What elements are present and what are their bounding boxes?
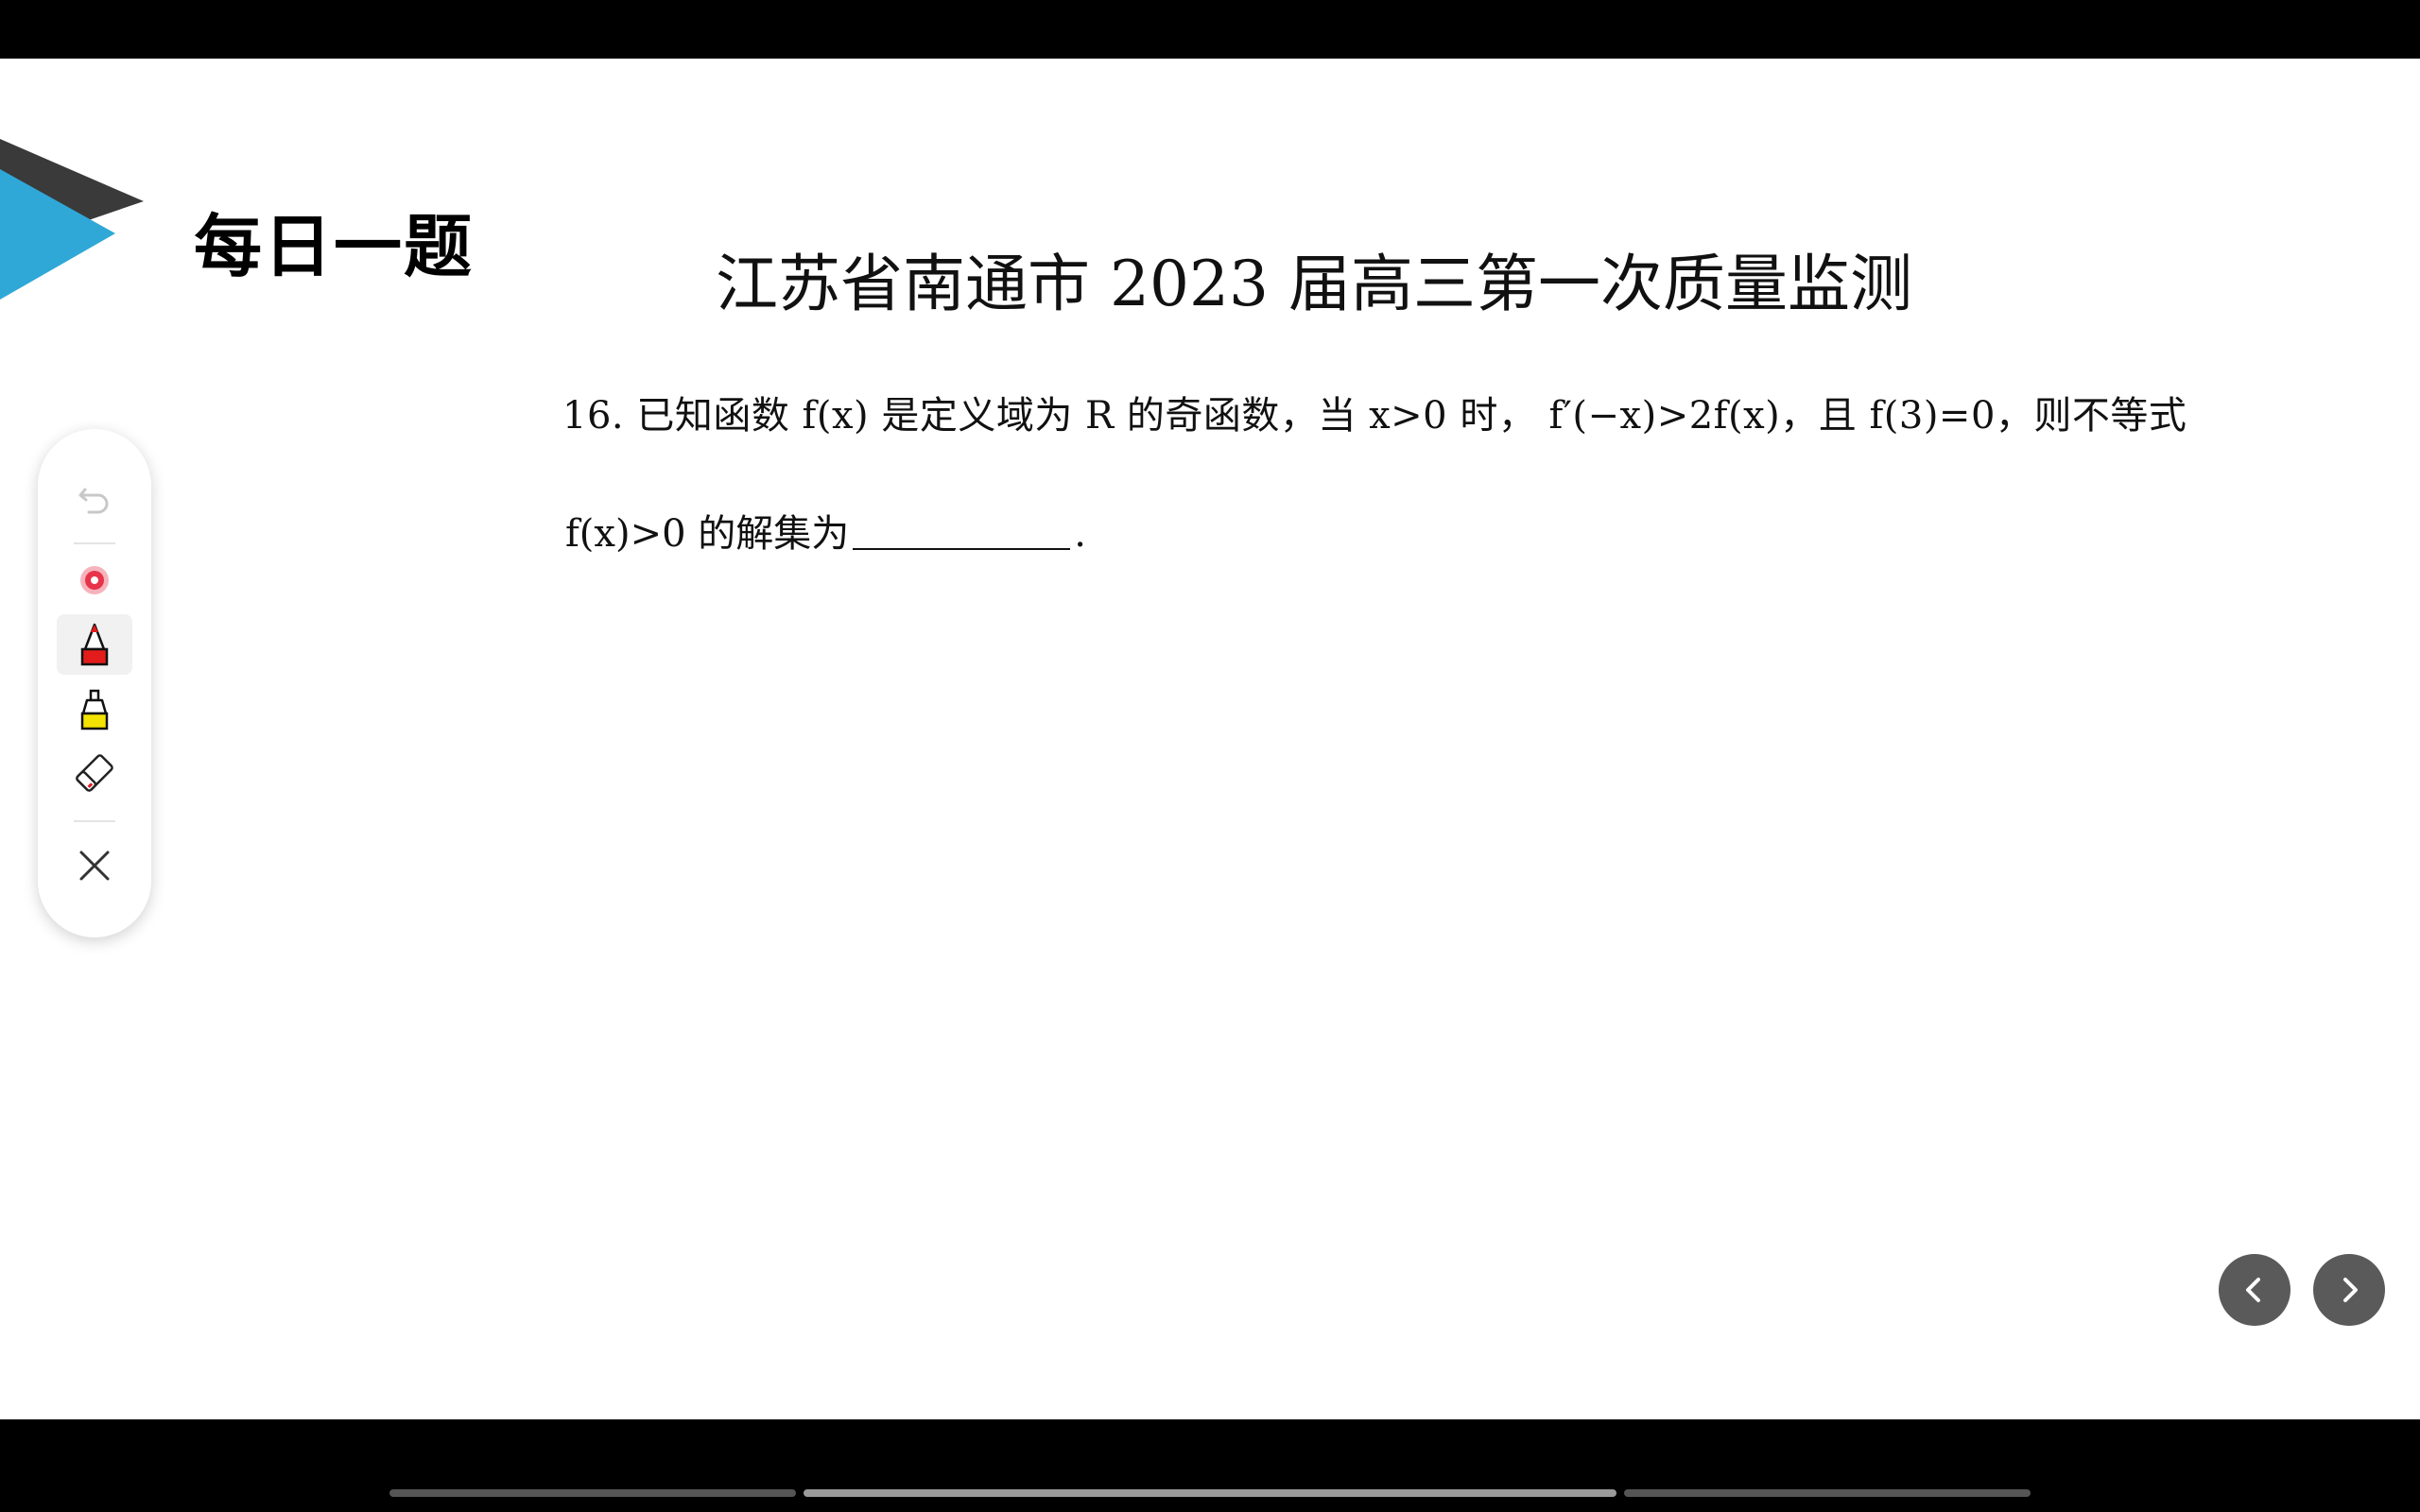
toolbar-divider bbox=[74, 542, 115, 544]
undo-button[interactable] bbox=[57, 467, 132, 527]
laser-pointer-icon bbox=[80, 566, 109, 594]
question-line-2-period: . bbox=[1074, 512, 1086, 556]
question-line-2: f(x)>0 的解集为. bbox=[565, 503, 1086, 558]
question-line-2-text: f(x)>0 的解集为 bbox=[565, 512, 850, 556]
toolbar-divider bbox=[74, 820, 115, 822]
progress-segment[interactable] bbox=[389, 1489, 796, 1497]
answer-blank bbox=[853, 510, 1071, 550]
previous-slide-button[interactable] bbox=[2219, 1254, 2290, 1326]
chevron-left-icon bbox=[2246, 1278, 2260, 1302]
close-icon bbox=[79, 850, 110, 881]
top-black-bar bbox=[0, 0, 2420, 59]
highlighter-icon bbox=[80, 689, 109, 730]
undo-icon bbox=[78, 488, 109, 514]
pen-button[interactable] bbox=[57, 614, 132, 675]
slide-canvas[interactable]: 每日一题 江苏省南通市 2023 届高三第一次质量监测 16. 已知函数 f(x… bbox=[0, 59, 2420, 1419]
bottom-black-bar bbox=[0, 1419, 2420, 1512]
highlighter-button[interactable] bbox=[57, 679, 132, 739]
question-line-1: 16. 已知函数 f(x) 是定义域为 R 的奇函数，当 x>0 时， f′(−… bbox=[562, 394, 2187, 438]
close-toolbar-button[interactable] bbox=[57, 835, 132, 896]
chevron-right-icon bbox=[2343, 1278, 2358, 1302]
laser-pointer-button[interactable] bbox=[57, 550, 132, 610]
eraser-button[interactable] bbox=[57, 743, 132, 803]
progress-segment-current[interactable] bbox=[804, 1489, 1616, 1497]
progress-segment[interactable] bbox=[1624, 1489, 2031, 1497]
eraser-icon bbox=[76, 754, 113, 792]
next-slide-button[interactable] bbox=[2313, 1254, 2385, 1326]
pen-icon bbox=[80, 623, 109, 666]
exam-title: 江苏省南通市 2023 届高三第一次质量监测 bbox=[716, 248, 1912, 320]
annotation-toolbar bbox=[38, 429, 151, 937]
